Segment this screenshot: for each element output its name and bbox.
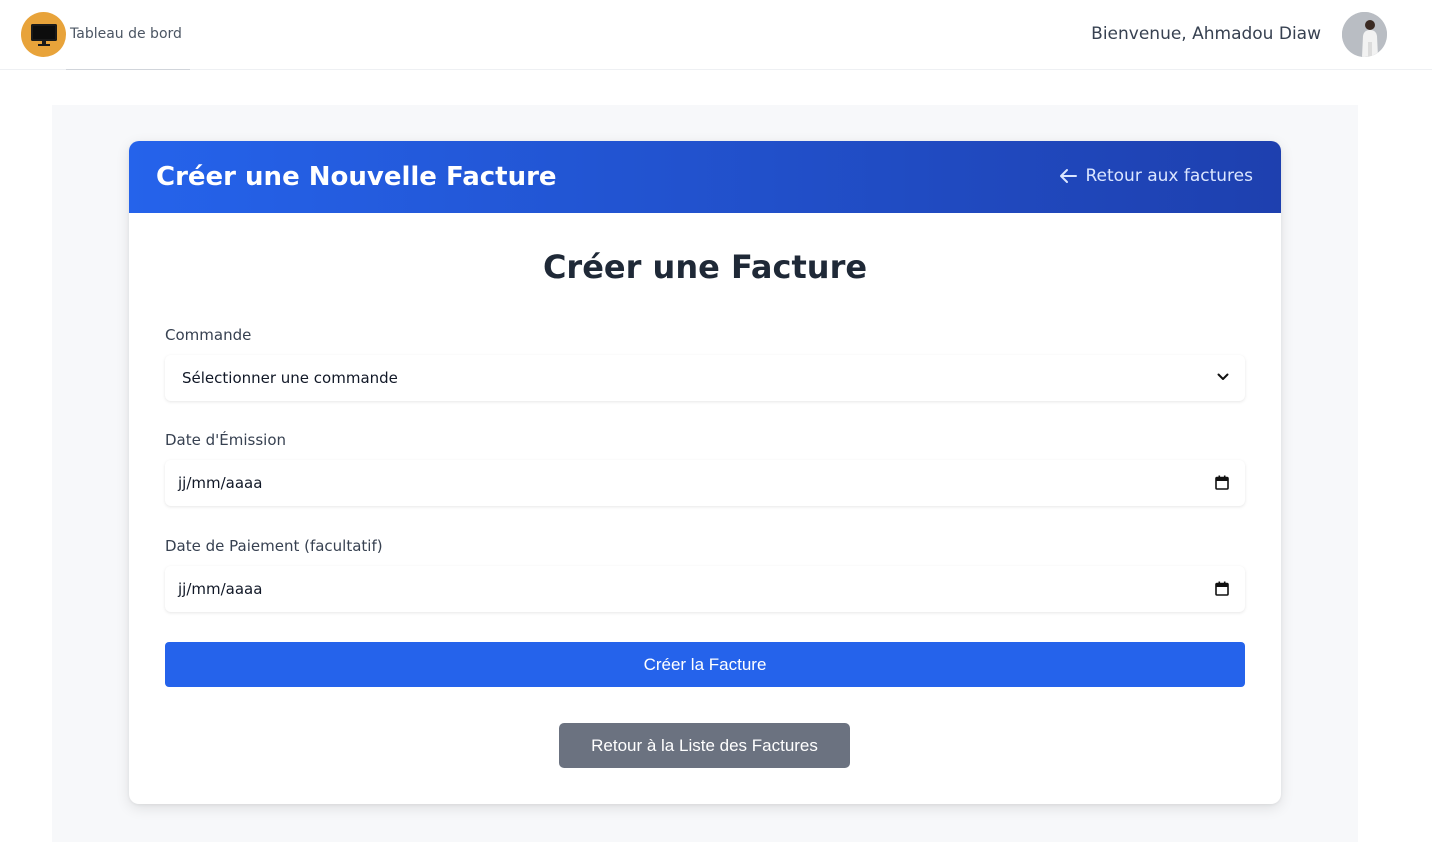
back-to-invoices-label: Retour aux factures	[1085, 166, 1253, 186]
back-to-invoices-link[interactable]: Retour aux factures	[1059, 165, 1253, 187]
card-header-title: Créer une Nouvelle Facture	[156, 162, 557, 192]
dashboard-link[interactable]: Tableau de bord	[70, 25, 182, 43]
top-navbar: Tableau de bord Bienvenue, Ahmadou Diaw	[0, 0, 1432, 70]
welcome-text: Bienvenue, Ahmadou Diaw	[1091, 24, 1321, 44]
divider	[66, 69, 190, 70]
card-header: Créer une Nouvelle Facture Retour aux fa…	[129, 141, 1281, 213]
commande-label: Commande	[165, 326, 252, 344]
calendar-icon[interactable]	[1215, 475, 1229, 490]
date-paiement-input[interactable]: jj/mm/aaaa	[165, 566, 1245, 612]
commande-select[interactable]: Sélectionner une commande	[165, 355, 1245, 401]
chevron-down-icon	[1217, 373, 1229, 380]
date-paiement-label: Date de Paiement (facultatif)	[165, 537, 383, 555]
date-emission-input[interactable]: jj/mm/aaaa	[165, 460, 1245, 506]
commande-selected-value: Sélectionner une commande	[182, 369, 398, 387]
user-avatar-icon	[1342, 12, 1387, 57]
logo[interactable]	[21, 12, 66, 57]
date-emission-placeholder: jj/mm/aaaa	[178, 474, 263, 492]
form-title: Créer une Facture	[542, 248, 868, 286]
arrow-left-icon	[1060, 169, 1078, 183]
computer-monitor-icon	[30, 23, 57, 46]
back-to-list-button[interactable]: Retour à la Liste des Factures	[559, 723, 850, 768]
invoice-form-card: Créer une Nouvelle Facture Retour aux fa…	[129, 141, 1281, 804]
avatar[interactable]	[1342, 12, 1387, 57]
date-emission-label: Date d'Émission	[165, 431, 287, 449]
date-paiement-placeholder: jj/mm/aaaa	[178, 580, 263, 598]
create-invoice-button[interactable]: Créer la Facture	[165, 642, 1245, 687]
calendar-icon[interactable]	[1215, 581, 1229, 596]
